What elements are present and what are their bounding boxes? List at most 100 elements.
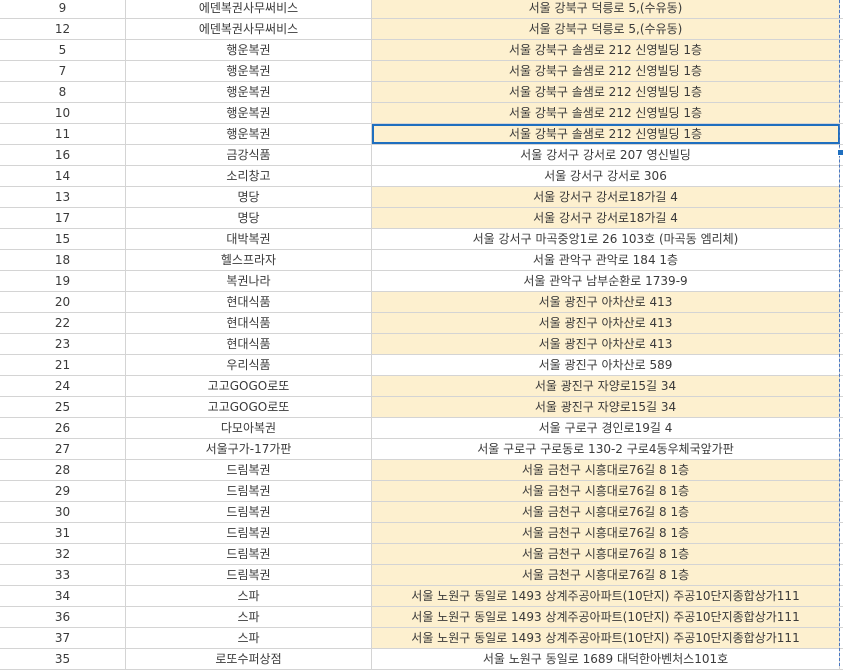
cell-address[interactable]: 서울 금천구 시흥대로76길 8 1층 — [372, 523, 840, 543]
cell-number[interactable]: 13 — [0, 187, 126, 207]
cell-number[interactable]: 37 — [0, 628, 126, 648]
cell-number[interactable]: 24 — [0, 376, 126, 396]
cell-address[interactable]: 서울 강서구 마곡중앙1로 26 103호 (마곡동 엠리체) — [372, 229, 840, 249]
cell-number[interactable]: 18 — [0, 250, 126, 270]
cell-shop-name[interactable]: 드림복권 — [126, 481, 372, 501]
cell-shop-name[interactable]: 스파 — [126, 586, 372, 606]
cell-shop-name[interactable]: 현대식품 — [126, 313, 372, 333]
cell-address-selected[interactable]: 서울 강북구 솔샘로 212 신영빌딩 1층 — [372, 124, 840, 144]
cell-address[interactable]: 서울 광진구 아차산로 413 — [372, 313, 840, 333]
table-row: 37 스파 서울 노원구 동일로 1493 상계주공아파트(10단지) 주공10단지… — [0, 628, 843, 649]
cell-address[interactable]: 서울 관악구 남부순환로 1739-9 — [372, 271, 840, 291]
table-row: 26 다모아복권 서울 구로구 경인로19길 4 — [0, 418, 843, 439]
cell-number[interactable]: 20 — [0, 292, 126, 312]
cell-shop-name[interactable]: 스파 — [126, 607, 372, 627]
cell-shop-name[interactable]: 현대식품 — [126, 334, 372, 354]
cell-address[interactable]: 서울 광진구 자양로15길 34 — [372, 397, 840, 417]
cell-address[interactable]: 서울 금천구 시흥대로76길 8 1층 — [372, 502, 840, 522]
cell-number[interactable]: 14 — [0, 166, 126, 186]
cell-number[interactable]: 31 — [0, 523, 126, 543]
cell-number[interactable]: 33 — [0, 565, 126, 585]
cell-shop-name[interactable]: 행운복권 — [126, 61, 372, 81]
cell-shop-name[interactable]: 드림복권 — [126, 502, 372, 522]
cell-shop-name[interactable]: 드림복권 — [126, 544, 372, 564]
cell-number[interactable]: 36 — [0, 607, 126, 627]
cell-shop-name[interactable]: 명당 — [126, 208, 372, 228]
cell-address[interactable]: 서울 강서구 강서로18가길 4 — [372, 208, 840, 228]
cell-address[interactable]: 서울 관악구 관악로 184 1층 — [372, 250, 840, 270]
cell-address[interactable]: 서울 구로구 구로동로 130-2 구로4동우체국앞가판 — [372, 439, 840, 459]
cell-number[interactable]: 35 — [0, 649, 126, 669]
cell-address[interactable]: 서울 금천구 시흥대로76길 8 1층 — [372, 460, 840, 480]
cell-shop-name[interactable]: 에덴복권사무써비스 — [126, 19, 372, 39]
cell-address[interactable]: 서울 노원구 동일로 1493 상계주공아파트(10단지) 주공10단지종합상가… — [372, 628, 840, 648]
cell-address[interactable]: 서울 금천구 시흥대로76길 8 1층 — [372, 544, 840, 564]
cell-shop-name[interactable]: 고고GOGO로또 — [126, 397, 372, 417]
cell-shop-name[interactable]: 대박복권 — [126, 229, 372, 249]
cell-address[interactable]: 서울 강북구 솔샘로 212 신영빌딩 1층 — [372, 40, 840, 60]
cell-number[interactable]: 5 — [0, 40, 126, 60]
cell-shop-name[interactable]: 소리창고 — [126, 166, 372, 186]
cell-shop-name[interactable]: 드림복권 — [126, 565, 372, 585]
cell-address[interactable]: 서울 노원구 동일로 1493 상계주공아파트(10단지) 주공10단지종합상가… — [372, 586, 840, 606]
cell-number[interactable]: 19 — [0, 271, 126, 291]
cell-address[interactable]: 서울 구로구 경인로19길 4 — [372, 418, 840, 438]
cell-shop-name[interactable]: 금강식품 — [126, 145, 372, 165]
cell-number[interactable]: 8 — [0, 82, 126, 102]
cell-address[interactable]: 서울 광진구 자양로15길 34 — [372, 376, 840, 396]
cell-number[interactable]: 26 — [0, 418, 126, 438]
cell-address[interactable]: 서울 강북구 솔샘로 212 신영빌딩 1층 — [372, 82, 840, 102]
cell-number[interactable]: 11 — [0, 124, 126, 144]
cell-address[interactable]: 서울 강서구 강서로 306 — [372, 166, 840, 186]
cell-number[interactable]: 30 — [0, 502, 126, 522]
cell-shop-name[interactable]: 드림복권 — [126, 523, 372, 543]
cell-number[interactable]: 12 — [0, 19, 126, 39]
cell-number[interactable]: 9 — [0, 0, 126, 18]
cell-address[interactable]: 서울 금천구 시흥대로76길 8 1층 — [372, 565, 840, 585]
cell-shop-name[interactable]: 우리식품 — [126, 355, 372, 375]
cell-number[interactable]: 27 — [0, 439, 126, 459]
cell-address[interactable]: 서울 강북구 솔샘로 212 신영빌딩 1층 — [372, 103, 840, 123]
cell-shop-name[interactable]: 현대식품 — [126, 292, 372, 312]
cell-shop-name[interactable]: 스파 — [126, 628, 372, 648]
table-row: 10 행운복권 서울 강북구 솔샘로 212 신영빌딩 1층 — [0, 103, 843, 124]
cell-number[interactable]: 10 — [0, 103, 126, 123]
cell-shop-name[interactable]: 복권나라 — [126, 271, 372, 291]
cell-address[interactable]: 서울 광진구 아차산로 589 — [372, 355, 840, 375]
cell-address[interactable]: 서울 강북구 덕릉로 5,(수유동) — [372, 19, 840, 39]
cell-address[interactable]: 서울 금천구 시흥대로76길 8 1층 — [372, 481, 840, 501]
cell-shop-name[interactable]: 에덴복권사무써비스 — [126, 0, 372, 18]
cell-shop-name[interactable]: 로또수퍼상점 — [126, 649, 372, 669]
cell-number[interactable]: 7 — [0, 61, 126, 81]
cell-number[interactable]: 25 — [0, 397, 126, 417]
cell-shop-name[interactable]: 행운복권 — [126, 124, 372, 144]
cell-address[interactable]: 서울 강북구 솔샘로 212 신영빌딩 1층 — [372, 61, 840, 81]
cell-shop-name[interactable]: 고고GOGO로또 — [126, 376, 372, 396]
cell-address[interactable]: 서울 강서구 강서로18가길 4 — [372, 187, 840, 207]
cell-shop-name[interactable]: 행운복권 — [126, 103, 372, 123]
cell-number[interactable]: 17 — [0, 208, 126, 228]
cell-shop-name[interactable]: 헬스프라자 — [126, 250, 372, 270]
cell-number[interactable]: 32 — [0, 544, 126, 564]
cell-shop-name[interactable]: 드림복권 — [126, 460, 372, 480]
cell-shop-name[interactable]: 서울구가-17가판 — [126, 439, 372, 459]
cell-number[interactable]: 22 — [0, 313, 126, 333]
cell-address[interactable]: 서울 노원구 동일로 1689 대덕한아벤처스101호 — [372, 649, 840, 669]
selection-fill-handle[interactable] — [837, 149, 843, 156]
cell-number[interactable]: 16 — [0, 145, 126, 165]
cell-address[interactable]: 서울 광진구 아차산로 413 — [372, 334, 840, 354]
cell-number[interactable]: 34 — [0, 586, 126, 606]
cell-shop-name[interactable]: 명당 — [126, 187, 372, 207]
cell-shop-name[interactable]: 행운복권 — [126, 82, 372, 102]
cell-number[interactable]: 21 — [0, 355, 126, 375]
cell-address[interactable]: 서울 강서구 강서로 207 영신빌딩 — [372, 145, 840, 165]
cell-address[interactable]: 서울 노원구 동일로 1493 상계주공아파트(10단지) 주공10단지종합상가… — [372, 607, 840, 627]
cell-shop-name[interactable]: 행운복권 — [126, 40, 372, 60]
cell-number[interactable]: 28 — [0, 460, 126, 480]
cell-shop-name[interactable]: 다모아복권 — [126, 418, 372, 438]
cell-number[interactable]: 15 — [0, 229, 126, 249]
cell-address[interactable]: 서울 강북구 덕릉로 5,(수유동) — [372, 0, 840, 18]
cell-number[interactable]: 29 — [0, 481, 126, 501]
cell-address[interactable]: 서울 광진구 아차산로 413 — [372, 292, 840, 312]
cell-number[interactable]: 23 — [0, 334, 126, 354]
